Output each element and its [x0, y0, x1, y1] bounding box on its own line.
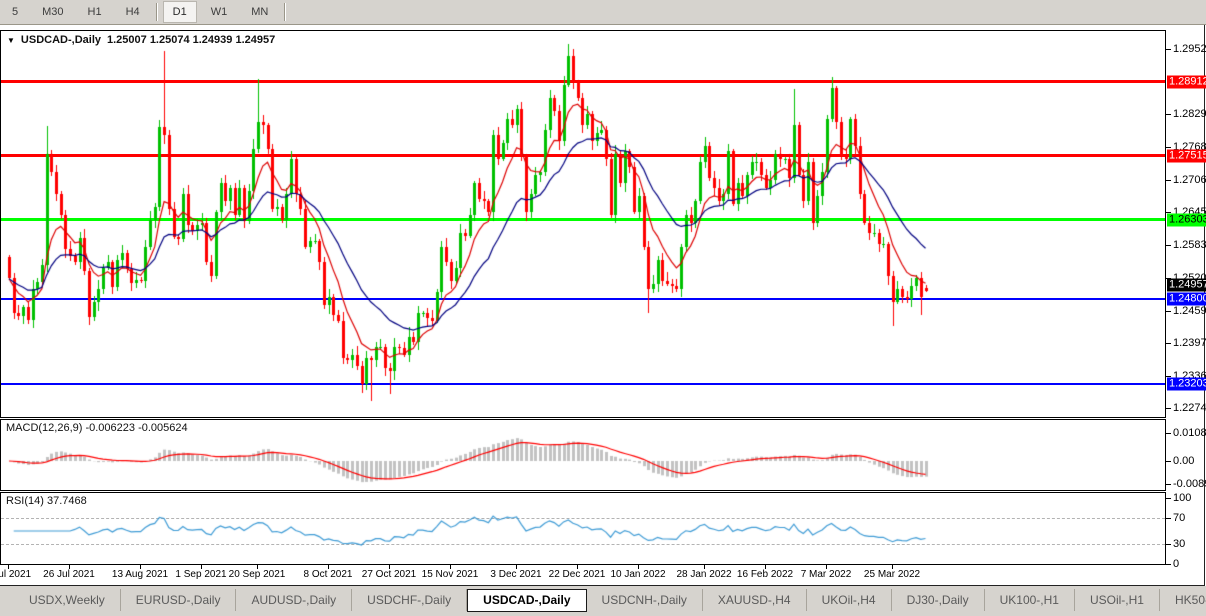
timeframe-button-mn[interactable]: MN — [241, 1, 278, 23]
chart-title: ▼ USDCAD-,Daily 1.25007 1.25074 1.24939 … — [7, 34, 275, 46]
rsi-axis-tick: 70 — [1165, 511, 1186, 524]
timeframe-button-m30[interactable]: M30 — [32, 1, 73, 23]
price-axis-tick: 1.29525 — [1166, 43, 1206, 55]
price-axis-tick: 1.22745 — [1166, 402, 1206, 414]
chart-tab-usdcad-daily[interactable]: USDCAD-,Daily — [467, 589, 587, 612]
candlestick-chart-canvas[interactable] — [1, 31, 1165, 417]
price-axis-tick: 1.24590 — [1166, 305, 1206, 317]
price-axis-tick: 1.23975 — [1166, 337, 1206, 349]
price-level-badge-1.28912: 1.28912 — [1167, 75, 1206, 89]
date-axis-label: 22 Dec 2021 — [548, 569, 606, 580]
timeframe-button-h4[interactable]: H4 — [116, 1, 150, 23]
date-axis-label: 3 Dec 2021 — [490, 569, 542, 580]
timeframe-button-h1[interactable]: H1 — [78, 1, 112, 23]
price-chart-panel: ▼ USDCAD-,Daily 1.25007 1.25074 1.24939 … — [0, 30, 1166, 418]
chart-tab-uk100-h1[interactable]: UK100-,H1 — [985, 589, 1075, 611]
date-axis: 7 Jul 2021 26 Jul 2021 13 Aug 2021 1 Sep 20… — [0, 565, 1164, 585]
chart-tab-hk50-h1[interactable]: HK50-,H1 — [1160, 589, 1206, 611]
date-axis-label: 20 Sep 2021 — [228, 569, 286, 580]
rsi-axis-tick: 0 — [1165, 558, 1180, 570]
chart-tab-bar: USDX,Weekly EURUSD-,Daily AUDUSD-,Daily USD… — [0, 586, 1206, 616]
date-axis-label: 15 Nov 2021 — [421, 569, 479, 580]
date-axis-label: 8 Oct 2021 — [303, 569, 353, 580]
rsi-label: RSI(14) 37.7468 — [6, 495, 87, 507]
timeframe-button-d1[interactable]: D1 — [162, 1, 197, 23]
macd-axis-tick: -0.008974 — [1166, 478, 1206, 490]
price-axis-tick: 1.27065 — [1166, 174, 1206, 186]
price-level-badge-1.23203: 1.23203 — [1167, 377, 1206, 391]
date-axis-label: 10 Jan 2022 — [610, 569, 666, 580]
price-level-badge-1.26303: 1.26303 — [1167, 213, 1206, 227]
chart-tab-xauusd-h4[interactable]: XAUUSD-,H4 — [703, 589, 807, 611]
macd-axis-tick: 0.010869 — [1166, 427, 1206, 439]
date-axis-label: 28 Jan 2022 — [676, 569, 732, 580]
price-axis-tick: 1.28295 — [1166, 108, 1206, 120]
date-axis-label: 16 Feb 2022 — [736, 569, 794, 580]
chart-tab-usdcnh-daily[interactable]: USDCNH-,Daily — [587, 589, 703, 611]
chart-tab-audusd-daily[interactable]: AUDUSD-,Daily — [236, 589, 353, 611]
rsi-indicator-panel: RSI(14) 37.7468 — [0, 492, 1166, 565]
macd-axis-tick: 0.00 — [1165, 455, 1195, 467]
toolbar-separator — [155, 3, 157, 21]
date-axis-label: 13 Aug 2021 — [111, 569, 169, 580]
price-axis-tick: 1.25835 — [1166, 239, 1206, 251]
date-axis-label: 27 Oct 2021 — [361, 569, 417, 580]
chart-tab-eurusd-daily[interactable]: EURUSD-,Daily — [121, 589, 237, 611]
date-axis-label: 7 Jul 2021 — [0, 569, 32, 580]
chart-tab-dj30-daily[interactable]: DJ30-,Daily — [892, 589, 985, 611]
current-price-badge: 1.24957 — [1167, 278, 1206, 292]
chart-symbol-label: USDCAD-,Daily — [20, 34, 101, 46]
rsi-axis-tick: 100 — [1165, 492, 1192, 504]
date-axis-label: 26 Jul 2021 — [43, 569, 95, 580]
mt4-application: 5 M30 H1 H4 D1 W1 MN ▼ USDCAD-,Daily 1.25007 1… — [0, 0, 1206, 616]
macd-indicator-panel: MACD(12,26,9) -0.006223 -0.005624 — [0, 419, 1166, 491]
price-level-badge-1.27515: 1.27515 — [1167, 149, 1206, 163]
rsi-axis-tick: 30 — [1165, 538, 1186, 551]
chart-tab-usoil-h1[interactable]: USOil-,H1 — [1075, 589, 1160, 611]
macd-label: MACD(12,26,9) -0.006223 -0.005624 — [6, 422, 188, 434]
timeframe-toolbar: 5 M30 H1 H4 D1 W1 MN — [0, 0, 1206, 25]
chart-window: ▼ USDCAD-,Daily 1.25007 1.25074 1.24939 … — [0, 25, 1206, 586]
chart-tab-ukoil-h4[interactable]: UKOil-,H4 — [807, 589, 892, 611]
chart-caret-icon[interactable]: ▼ — [7, 36, 15, 45]
date-axis-label: 25 Mar 2022 — [863, 569, 921, 580]
toolbar-separator — [284, 3, 286, 21]
date-axis-label: 1 Sep 2021 — [175, 569, 227, 580]
chart-tab-usdx-weekly[interactable]: USDX,Weekly — [14, 589, 121, 611]
timeframe-button-w1[interactable]: W1 — [201, 1, 238, 23]
price-level-badge-1.24800: 1.24800 — [1167, 292, 1206, 306]
chart-tab-usdchf-daily[interactable]: USDCHF-,Daily — [352, 589, 468, 611]
value-axis-column: 1.295251.282951.276801.270651.264501.258… — [1165, 25, 1206, 585]
timeframe-button-5[interactable]: 5 — [2, 1, 28, 23]
rsi-chart-canvas[interactable] — [1, 493, 1165, 564]
chart-ohlc-values: 1.25007 1.25074 1.24939 1.24957 — [107, 34, 276, 46]
date-axis-label: 7 Mar 2022 — [800, 569, 852, 580]
